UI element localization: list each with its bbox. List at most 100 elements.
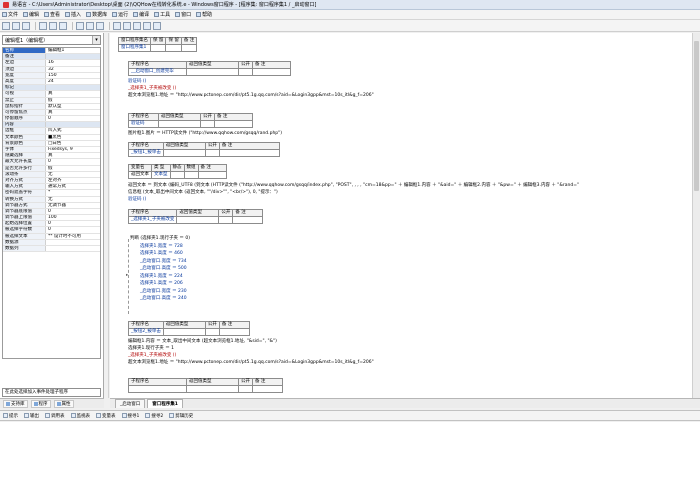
code-line[interactable]: 选择夹1.现行子夹 ＝ 1: [128, 346, 174, 352]
property-value[interactable]: 无: [46, 172, 100, 177]
flow-code-line[interactable]: _启动窗口.宽度 ＝ 734: [140, 259, 187, 265]
tab-output[interactable]: 输出: [24, 413, 39, 419]
property-value[interactable]: 100: [46, 215, 100, 220]
run-icon[interactable]: [113, 21, 121, 30]
property-value[interactable]: [46, 85, 100, 91]
tab-program[interactable]: 程序: [30, 399, 51, 408]
property-value[interactable]: 真: [46, 110, 100, 115]
property-value[interactable]: 假: [46, 98, 100, 103]
property-value[interactable]: *: [46, 190, 100, 195]
menu-help[interactable]: 帮助: [196, 11, 212, 18]
flow-code-line[interactable]: _启动窗口.高度 ＝ 500: [140, 266, 187, 272]
window-title: 易语言 - C:\Users\Administrator\Desktop\桌面 …: [12, 2, 317, 8]
tab-call-stack[interactable]: 调用表: [45, 413, 65, 419]
property-value[interactable]: 无: [46, 197, 100, 202]
property-value[interactable]: 假: [46, 166, 100, 171]
undo-icon[interactable]: [76, 21, 84, 30]
menu-edit[interactable]: 编辑: [23, 11, 39, 18]
property-value[interactable]: 0: [46, 209, 100, 214]
save-icon[interactable]: [22, 21, 30, 30]
tab-variables[interactable]: 变量表: [96, 413, 116, 419]
menu-window[interactable]: 窗口: [175, 11, 191, 18]
property-value[interactable]: 24: [46, 79, 100, 84]
menu-database[interactable]: 数据库: [86, 11, 107, 18]
flow-code-line[interactable]: 选择夹1.高度 ＝ 206: [140, 281, 183, 287]
flow-code-line[interactable]: _启动窗口.宽度 ＝ 230: [140, 289, 187, 295]
code-line[interactable]: 超文本浏览框1.地址 ＝ "http://www.pctonep.com/dir…: [128, 360, 374, 366]
property-value[interactable]: 默认型: [46, 104, 100, 109]
tab-properties[interactable]: 属性: [53, 399, 74, 408]
property-value[interactable]: ** 设计时不可用: [46, 234, 100, 239]
scrollbar-thumb[interactable]: [694, 41, 699, 191]
flow-code-line[interactable]: 选择夹1.高度 ＝ 460: [140, 251, 183, 257]
property-value[interactable]: 编辑框1: [46, 48, 100, 53]
flow-code-line[interactable]: 选择夹1.宽度 ＝ 224: [140, 274, 183, 280]
object-selector[interactable]: 编辑框1（编辑框） ▾: [2, 35, 101, 45]
debug-icon[interactable]: [143, 21, 151, 30]
tab-search1[interactable]: 搜寻1: [121, 413, 139, 419]
property-value[interactable]: [46, 54, 100, 60]
tab-watch[interactable]: 监视表: [70, 413, 90, 419]
cut-icon[interactable]: [39, 21, 47, 30]
paste-icon[interactable]: [59, 21, 67, 30]
code-editor[interactable]: 窗口程序集名保 留保 留备 注 窗口程序集1 子程序名 返回值类型 公开备 注 __…: [110, 33, 692, 398]
editor-scrollbar[interactable]: [692, 33, 700, 398]
flow-code-line[interactable]: _启动窗口.高度 ＝ 240: [140, 296, 187, 302]
code-line[interactable]: 信息框 (文本_取出中间文本 (返回文本, ""/div>"", "<br/>"…: [128, 190, 278, 196]
step-icon[interactable]: [133, 21, 141, 30]
flow-code-line[interactable]: 判断 (选择夹1.现行子夹 ＝ 0): [130, 236, 190, 242]
property-value[interactable]: 0: [46, 221, 100, 226]
property-value[interactable]: 0: [46, 159, 100, 164]
tab-clip-history[interactable]: 剪辑历史: [169, 413, 193, 419]
property-value[interactable]: [46, 240, 100, 245]
property-value[interactable]: 通常方式: [46, 184, 100, 189]
code-line[interactable]: _选择夹1_子夹被改变 (): [128, 86, 176, 92]
property-value[interactable]: [46, 122, 100, 128]
tab-search2[interactable]: 搜寻2: [145, 413, 163, 419]
code-line[interactable]: 编辑框1.内容 ＝ 文本_取出中间文本 (超文本浏览框1.地址, "&sid="…: [128, 339, 277, 345]
property-row[interactable]: 数据列: [3, 246, 100, 253]
panel-splitter[interactable]: [105, 33, 109, 398]
menu-run[interactable]: 运行: [112, 11, 128, 18]
property-value[interactable]: 16: [46, 60, 100, 65]
chevron-down-icon[interactable]: ▾: [92, 36, 100, 44]
redo-icon[interactable]: [86, 21, 94, 30]
property-value[interactable]: 凹入式: [46, 128, 100, 133]
flow-code-line[interactable]: 选择夹1.宽度 ＝ 728: [140, 244, 183, 250]
property-value[interactable]: Fixedsys, 9: [46, 147, 100, 152]
code-line[interactable]: 返回文本 ＝ 到文本 (编码_UTF8 (到文本 (HTTP读文件 ("http…: [128, 183, 579, 189]
tab-assembly[interactable]: 窗口程序集1: [147, 399, 183, 408]
breakpoint-icon[interactable]: [153, 21, 161, 30]
code-line[interactable]: 图片框1.图片 ＝ HTTP读文件 ("http://www.qqhow.com…: [128, 131, 282, 137]
code-line[interactable]: 超文本浏览框1.地址 ＝ "http://www.pctonep.com/dir…: [128, 93, 374, 99]
code-line[interactable]: 验证码 (): [128, 79, 146, 85]
menu-file[interactable]: 文件: [2, 11, 18, 18]
open-folder-icon[interactable]: [12, 21, 20, 30]
copy-icon[interactable]: [49, 21, 57, 30]
property-value[interactable]: 真: [46, 153, 100, 158]
property-value[interactable]: □白色: [46, 141, 100, 146]
property-value[interactable]: 0: [46, 116, 100, 121]
output-area[interactable]: [0, 422, 700, 477]
property-value[interactable]: [46, 246, 100, 251]
code-line[interactable]: 验证码 (): [128, 197, 146, 203]
tab-startup-window[interactable]: _启动窗口: [115, 399, 146, 408]
property-value[interactable]: 0: [46, 227, 100, 232]
property-value[interactable]: 32: [46, 67, 100, 72]
menu-tools[interactable]: 工具: [154, 11, 170, 18]
stop-icon[interactable]: [123, 21, 131, 30]
event-selector[interactable]: 在此处选择加入事件处理子程序: [2, 388, 101, 397]
menu-compile[interactable]: 编译: [133, 11, 149, 18]
property-value[interactable]: ■黑色: [46, 135, 100, 140]
menu-view[interactable]: 查看: [44, 11, 60, 18]
property-value[interactable]: 真: [46, 91, 100, 96]
new-file-icon[interactable]: [2, 21, 10, 30]
code-line[interactable]: _选择夹1_子夹被改变 (): [128, 353, 176, 359]
property-value[interactable]: 150: [46, 73, 100, 78]
property-value[interactable]: 左对齐: [46, 178, 100, 183]
tab-hint[interactable]: 提示: [3, 413, 18, 419]
menu-insert[interactable]: 插入: [65, 11, 81, 18]
property-value[interactable]: 无调节器: [46, 203, 100, 208]
tab-support-library[interactable]: 支持库: [3, 399, 28, 408]
find-icon[interactable]: [96, 21, 104, 30]
